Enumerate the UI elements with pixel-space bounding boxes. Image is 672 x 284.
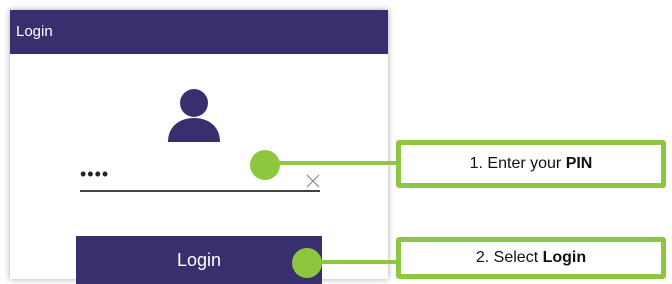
callout-connector-2: [318, 260, 400, 264]
callout-step-2-text: 2. Select: [475, 249, 543, 266]
login-button[interactable]: Login: [76, 236, 322, 284]
callout-marker-2: [292, 248, 322, 278]
clear-icon[interactable]: [306, 174, 320, 188]
callout-marker-1: [250, 150, 280, 180]
callout-step-2-emphasis: Login: [542, 249, 587, 266]
callout-step-2: 2. Select Login: [396, 237, 666, 279]
window-title: Login: [10, 10, 388, 54]
callout-step-1-emphasis: PIN: [565, 155, 593, 172]
callout-connector-1: [276, 161, 400, 165]
callout-step-1: 1. Enter your PIN: [396, 140, 666, 188]
login-window: Login Login: [10, 10, 388, 284]
callout-step-1-text: 1. Enter your: [469, 155, 566, 172]
user-avatar-icon: [168, 89, 220, 142]
